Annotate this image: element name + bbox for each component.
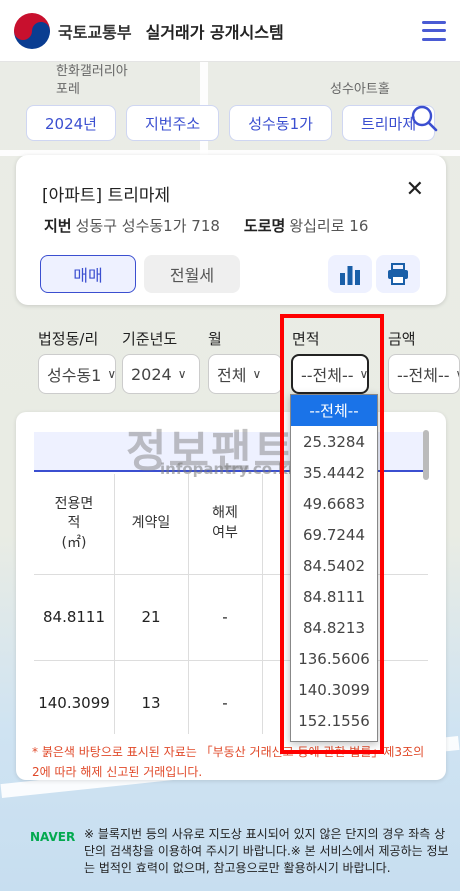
year-filter-label: 기준년도 — [122, 330, 178, 348]
table-scrollbar[interactable] — [423, 430, 429, 480]
header-cancel-text: 해제 여부 — [212, 505, 238, 541]
row-day: 13 — [141, 694, 161, 712]
chevron-down-icon: ∨ — [107, 367, 116, 381]
road-value: 왕십리로 16 — [289, 217, 369, 235]
chip-year[interactable]: 2024년 — [26, 105, 116, 141]
month-filter-label: 월 — [208, 330, 222, 348]
header-contract-day-text: 계약일 — [131, 515, 171, 532]
row-cancel: - — [222, 608, 228, 626]
app-header: 국토교통부 실거래가 공개시스템 — [0, 0, 460, 62]
bar-chart-icon — [340, 266, 360, 285]
tab-rent[interactable]: 전월세 — [144, 255, 240, 293]
chip-dong[interactable]: 성수동1가 — [229, 105, 332, 141]
month-select[interactable]: 전체 ∨ — [208, 354, 282, 394]
ministry-name: 국토교통부 — [58, 22, 132, 42]
map-label-art-hall: 성수아트홀 — [330, 82, 390, 97]
year-select-value: 2024 — [131, 364, 172, 384]
address-line: 지번 성동구 성수동1가 718 도로명 왕십리로 16 — [44, 215, 368, 236]
price-select[interactable]: --전체-- ∨ — [388, 354, 460, 394]
map-notice: ※ 블록지번 등의 사유로 지도상 표시되어 있지 않은 단지의 경우 좌측 상… — [84, 827, 449, 875]
table-filters: 법정동/리 기준년도 월 면적 금액 성수동1 ∨ 2024 ∨ 전체 ∨ --전체-… — [16, 318, 460, 408]
chevron-down-icon: ∨ — [456, 367, 459, 381]
row-cancel: - — [222, 694, 228, 712]
jibun-value: 성동구 성수동1가 718 — [75, 217, 220, 235]
header-area: 전용면 적 (㎡) — [34, 474, 114, 574]
naver-logo: NAVER — [30, 830, 76, 844]
print-button[interactable] — [376, 255, 420, 293]
system-title[interactable]: 실거래가 공개시스템 — [146, 19, 284, 43]
road-label: 도로명 — [243, 217, 286, 235]
chevron-down-icon: ∨ — [252, 367, 262, 381]
complex-title: [아파트] 트리마제 — [42, 186, 171, 206]
chevron-down-icon: ∨ — [177, 367, 187, 381]
chart-button[interactable] — [328, 255, 372, 293]
dong-filter-label: 법정동/리 — [38, 330, 99, 348]
month-select-value: 전체 — [217, 366, 247, 385]
map-label-galleria: 한화갤러리아 — [56, 64, 128, 79]
year-select[interactable]: 2024 ∨ — [122, 354, 200, 394]
tab-sale[interactable]: 매매 — [40, 255, 136, 293]
map-label-forest: 포레 — [56, 82, 80, 97]
close-icon[interactable]: ✕ — [406, 177, 424, 202]
complex-info-card: [아파트] 트리마제 ✕ 지번 성동구 성수동1가 718 도로명 왕십리로 16 매… — [16, 155, 446, 305]
printer-icon — [388, 263, 408, 285]
dong-select-value: 성수동1 — [47, 366, 102, 385]
header-cancel: 해제 여부 — [188, 474, 262, 574]
search-icon[interactable] — [410, 104, 438, 132]
jibun-label: 지번 — [44, 217, 72, 235]
header-contract-day: 계약일 — [114, 474, 188, 574]
price-select-value: --전체-- — [397, 366, 450, 385]
watermark-url: infopantry.co.kr — [160, 460, 296, 478]
row-area: 84.8111 — [42, 608, 106, 626]
row-day: 21 — [141, 608, 161, 626]
header-area-text: 전용면 적 (㎡) — [54, 495, 94, 551]
chip-address-type[interactable]: 지번주소 — [125, 105, 220, 141]
government-logo-icon — [14, 12, 50, 49]
search-filter-chips: 2024년 지번주소 성수동1가 트리마제 — [0, 98, 460, 148]
highlight-box — [280, 314, 384, 754]
hamburger-menu-icon[interactable] — [422, 20, 446, 41]
price-filter-label: 금액 — [388, 330, 416, 348]
dong-select[interactable]: 성수동1 ∨ — [38, 354, 116, 394]
row-area: 140.3099 — [38, 694, 110, 712]
